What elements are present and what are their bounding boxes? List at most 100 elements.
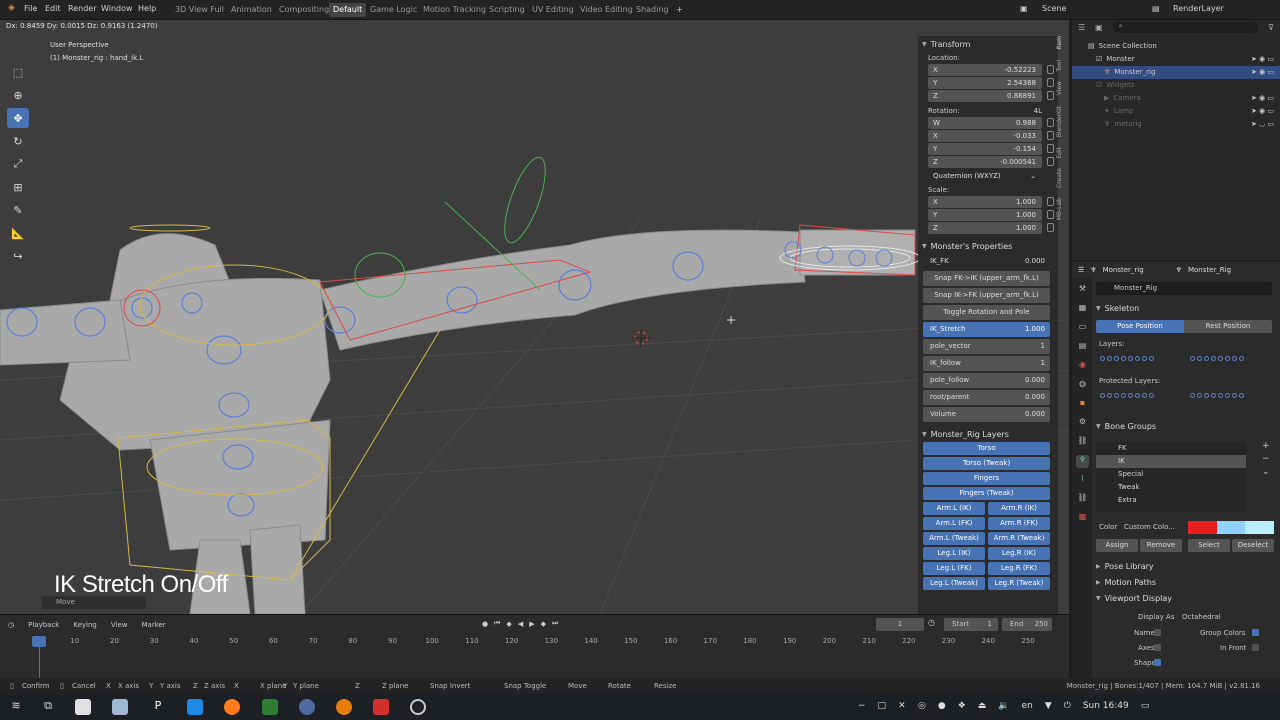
display-as-dropdown[interactable]: Octahedral [1182, 613, 1221, 621]
layer-arm-r-ik-toggle[interactable]: Arm.R (IK) [988, 502, 1050, 515]
visibility-icons[interactable]: ➤ ◉ ▭ [1251, 105, 1274, 118]
tab-create[interactable]: Create [1056, 168, 1063, 188]
outliner-item-widgets[interactable]: ☑ Widgets [1072, 79, 1280, 92]
ik-stretch-slider[interactable]: IK_Stretch 1.000 [923, 322, 1050, 337]
select-box-tool-icon[interactable]: ⬚ [7, 62, 29, 82]
lock-icon[interactable]: l [1047, 197, 1054, 206]
close-icon[interactable]: ✕ [898, 701, 906, 711]
layer-arm-l-ik-toggle[interactable]: Arm.L (IK) [923, 502, 985, 515]
ik-fk-slider[interactable]: IK_FK 0.000 [923, 254, 1050, 269]
outliner-search-input[interactable]: ⌕ [1112, 21, 1259, 33]
armature-name-field[interactable]: Monster_Rig [1096, 282, 1272, 295]
editor-type-icon[interactable]: ☰ [1078, 266, 1084, 274]
tool-tab-icon[interactable]: ⚒ [1076, 284, 1089, 297]
shapes-checkbox[interactable] [1154, 659, 1161, 666]
app-p-icon[interactable]: P [150, 699, 166, 715]
layer-leg-r-ik-toggle[interactable]: Leg.R (IK) [988, 547, 1050, 560]
scale-x-field[interactable]: X 1.000 l [928, 196, 1054, 208]
location-z-field[interactable]: Z 0.88891 l [928, 90, 1054, 102]
add-workspace-button[interactable]: + [672, 3, 687, 17]
visibility-icons[interactable]: ➤ ◡ ▭ [1251, 118, 1274, 131]
constraint-tab-icon[interactable]: ⛓ [1076, 436, 1089, 449]
editor-type-icon[interactable]: ☰ [1078, 23, 1085, 32]
scene-name[interactable]: Scene [1042, 4, 1066, 13]
lock-icon[interactable]: l [1047, 65, 1054, 74]
lock-icon[interactable]: l [1047, 131, 1054, 140]
workspace-tab-video-editing[interactable]: Video Editing [576, 3, 637, 17]
color-swatch-active[interactable] [1245, 521, 1275, 534]
pole-follow-slider[interactable]: pole_follow 0.000 [923, 373, 1050, 388]
workspace-tab-game-logic[interactable]: Game Logic [366, 3, 421, 17]
color-swatch-normal[interactable] [1188, 521, 1217, 534]
layer-leg-r-fk-toggle[interactable]: Leg.R (FK) [988, 562, 1050, 575]
workspace-tab-3d-view-full[interactable]: 3D View Full [171, 3, 228, 17]
wifi-icon[interactable]: ▼ [1045, 701, 1052, 711]
menu-file[interactable]: File [24, 4, 37, 13]
menu-render[interactable]: Render [68, 4, 96, 13]
annotate-tool-icon[interactable]: ✎ [7, 200, 29, 220]
protected-layers-grid-2[interactable] [1190, 393, 1244, 398]
transform-tool-icon[interactable]: ⊞ [7, 177, 29, 197]
measure-tool-icon[interactable]: 📐 [7, 223, 29, 243]
layer-leg-r-tweak-toggle[interactable]: Leg.R (Tweak) [988, 577, 1050, 590]
names-checkbox[interactable] [1154, 629, 1161, 636]
last-operator-panel[interactable]: Move [42, 596, 146, 609]
outliner-item-monster-rig[interactable]: ♆ Monster_rig ➤ ◉ ▭ [1072, 66, 1280, 79]
lock-icon[interactable]: l [1047, 91, 1054, 100]
rotation-y-field[interactable]: Y -0.154 l [928, 143, 1054, 155]
scale-z-field[interactable]: Z 1.000 l [928, 222, 1054, 234]
visibility-icons[interactable]: ➤ ◉ ▭ [1251, 66, 1274, 79]
system-icon[interactable] [299, 699, 315, 715]
lock-icon[interactable]: l [1047, 210, 1054, 219]
texture-tab-icon[interactable]: ▩ [1076, 512, 1089, 525]
upload-icon[interactable]: ⏏ [978, 701, 987, 711]
scene-tab-icon[interactable]: ◉ [1076, 360, 1089, 373]
language-indicator[interactable]: en [1022, 701, 1033, 711]
rest-position-button[interactable]: Rest Position [1184, 320, 1272, 333]
world-tab-icon[interactable]: ◍ [1076, 379, 1089, 392]
layer-torso-tweak-toggle[interactable]: Torso (Tweak) [923, 457, 1050, 470]
menu-window[interactable]: Window [101, 4, 133, 13]
audio-icon[interactable]: 🔉 [998, 701, 1009, 711]
display-mode-icon[interactable]: ▣ [1095, 23, 1103, 32]
bone-tab-icon[interactable]: ⌇ [1076, 474, 1089, 487]
tab-edit[interactable]: Edit [1056, 147, 1063, 159]
snap-ik-to-fk-button[interactable]: Snap IK->FK (upper_arm_fk.L) [923, 288, 1050, 303]
volume-slider[interactable]: Volume 0.000 [923, 407, 1050, 422]
add-bone-group-icon[interactable]: + [1262, 440, 1270, 453]
output-tab-icon[interactable]: ▭ [1076, 322, 1089, 335]
layer-leg-l-tweak-toggle[interactable]: Leg.L (Tweak) [923, 577, 985, 590]
motion-paths-header[interactable]: ▶ Motion Paths [1092, 574, 1280, 590]
rotation-lock-4l-toggle[interactable]: 4L [1034, 105, 1042, 117]
workspace-tab-compositing[interactable]: Compositing [275, 3, 333, 17]
playhead[interactable] [32, 636, 46, 647]
outliner-item-camera[interactable]: ▶ Camera ➤ ◉ ▭ [1072, 92, 1280, 105]
monster-properties-header[interactable]: ▼ Monster's Properties [918, 238, 1058, 254]
folder-icon[interactable] [112, 699, 128, 715]
lock-icon[interactable]: l [1047, 118, 1054, 127]
outliner-item-lamp[interactable]: ✦ Lamp ➤ ◉ ▭ [1072, 105, 1280, 118]
move-tool-icon[interactable]: ✥ [7, 108, 29, 128]
lock-icon[interactable]: l [1047, 223, 1054, 232]
bone-constraint-tab-icon[interactable]: ⛓ [1076, 493, 1089, 506]
3d-viewport[interactable]: Dx: 0.8459 Dy: 0.0015 Dz: 0.9163 (1.2470… [0, 20, 1069, 614]
rotation-w-field[interactable]: W 0.988 l [928, 117, 1054, 129]
remove-bone-group-icon[interactable]: − [1262, 453, 1270, 466]
layer-fingers-tweak-toggle[interactable]: Fingers (Tweak) [923, 487, 1050, 500]
deselect-button[interactable]: Deselect [1232, 539, 1274, 552]
lock-icon[interactable]: l [1047, 144, 1054, 153]
remove-button[interactable]: Remove [1140, 539, 1182, 552]
rotation-z-field[interactable]: Z -0.000541 l [928, 156, 1054, 168]
dropbox-icon[interactable]: ❖ [958, 701, 966, 711]
start-menu-icon[interactable]: ≋ [8, 699, 24, 715]
workspace-tab-animation[interactable]: Animation [227, 3, 276, 17]
protected-layers-grid[interactable] [1100, 393, 1154, 398]
view-layer-tab-icon[interactable]: ▤ [1076, 341, 1089, 354]
color-set-dropdown[interactable]: Custom Colo... [1124, 523, 1175, 531]
render-tab-icon[interactable]: ▦ [1076, 303, 1089, 316]
ik-follow-field[interactable]: IK_follow 1 [923, 356, 1050, 371]
layer-torso-toggle[interactable]: Torso [923, 442, 1050, 455]
layer-arm-l-fk-toggle[interactable]: Arm.L (FK) [923, 517, 985, 530]
bone-group-ik[interactable]: IK [1096, 455, 1246, 468]
workspace-tab-default[interactable]: Default [329, 3, 367, 17]
